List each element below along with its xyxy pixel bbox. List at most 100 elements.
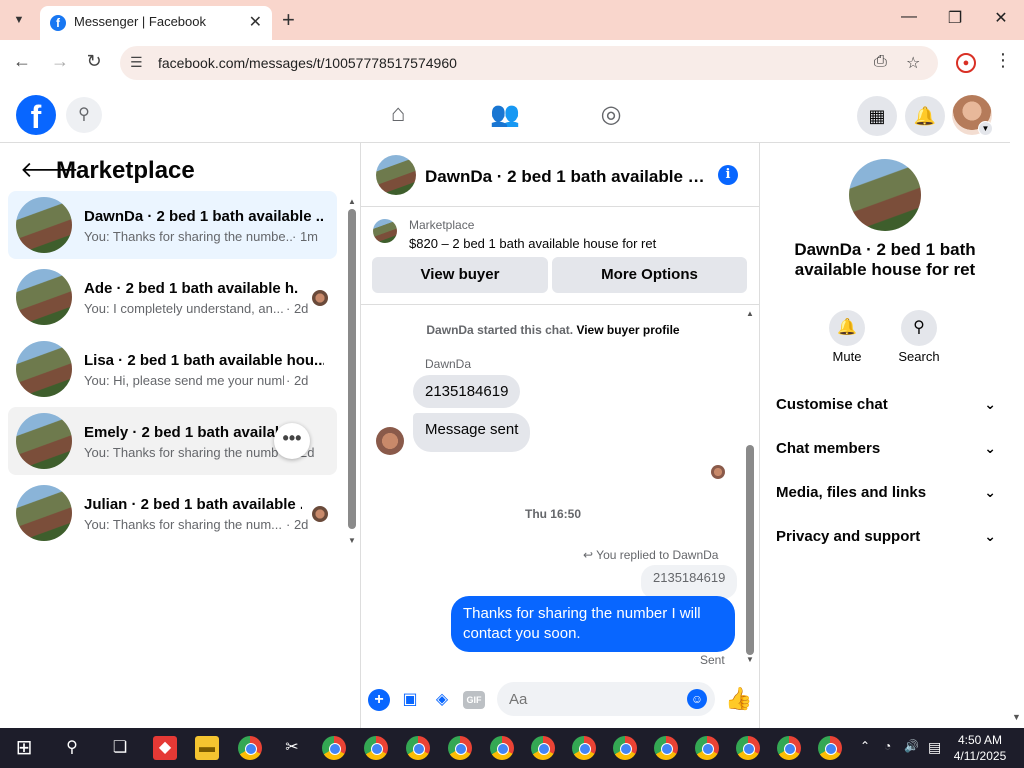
site-info-icon[interactable]: ☰ [130,54,143,71]
chat-panel: DawnDa · 2 bed 1 bath available house fo… [360,143,760,728]
view-buyer-profile-link[interactable]: View buyer profile [576,323,679,337]
conversation-item[interactable]: Ade · 2 bed 1 bath available h... You: I… [8,263,337,331]
chat-scrollbar[interactable] [746,445,754,655]
conversation-more-options-button[interactable]: ••• [274,423,310,459]
reply-indicator-text: You replied to DawnDa [596,548,719,562]
reload-icon[interactable]: ↻ [82,51,106,72]
info-icon[interactable]: i [718,165,738,185]
like-thumbs-up-icon[interactable]: 👍 [725,686,752,712]
more-options-button[interactable]: More Options [552,257,747,293]
address-bar[interactable]: ☰ facebook.com/messages/t/10057778517574… [120,46,938,80]
incoming-message[interactable]: 2135184619 [413,375,521,408]
emoji-icon[interactable]: ☺ [687,689,707,709]
listing-price[interactable]: $820 – 2 bed 1 bath available house for … [409,236,656,251]
chat-members-section[interactable]: Chat members ⌄ [776,440,996,464]
file-explorer-icon[interactable]: ▬ [195,736,219,760]
chrome-profile-icon[interactable] [572,736,596,760]
page-scroll-down-arrow-icon[interactable]: ▼ [1012,712,1021,722]
search-label[interactable]: Search [889,349,949,364]
volume-icon[interactable]: 🔊 [904,739,919,753]
chat-scroll-down-arrow-icon[interactable]: ▼ [746,655,754,664]
chrome-profile-icon[interactable] [448,736,472,760]
address-url[interactable]: facebook.com/messages/t/1005777851757496… [158,55,457,71]
bookmark-star-icon[interactable]: ☆ [906,53,920,73]
friends-icon[interactable]: 👥 [490,100,520,129]
conversation-item[interactable]: Emely · 2 bed 1 bath availabl You: Thank… [8,407,337,475]
install-app-icon[interactable]: ⎙ [874,53,887,71]
conversation-name: Lisa · 2 bed 1 bath available hou... [84,352,324,369]
search-icon[interactable]: ⚲ [901,310,937,346]
chat-listing-thumbnail[interactable] [376,155,416,195]
menu-grid-icon[interactable]: ▦ [857,96,897,136]
account-chevron-down-icon[interactable]: ▼ [978,121,993,136]
conversation-item[interactable]: DawnDa · 2 bed 1 bath available ... You:… [8,191,337,259]
sender-avatar[interactable] [376,427,404,455]
message-composer: + ▣ ◈ GIF ☺ 👍 [361,677,759,727]
taskbar-search-icon[interactable]: ⚲ [60,736,84,760]
tab-close-icon[interactable]: ✕ [249,12,262,32]
snipping-tool-icon[interactable]: ✂ [280,736,304,760]
mute-label[interactable]: Mute [817,349,877,364]
mute-bell-icon[interactable]: 🔔 [829,310,865,346]
scroll-down-arrow-icon[interactable]: ▼ [348,536,356,545]
forward-arrow-icon[interactable]: → [48,51,72,72]
chat-title[interactable]: DawnDa · 2 bed 1 bath available house fo… [425,167,705,187]
chat-scroll-up-arrow-icon[interactable]: ▲ [746,309,754,318]
task-view-icon[interactable]: ❏ [108,736,132,760]
notifications-bell-icon[interactable]: 🔔 [905,96,945,136]
window-close-icon[interactable]: ✕ [986,8,1016,28]
add-attachment-plus-icon[interactable]: + [368,689,390,711]
chrome-profile-icon[interactable] [818,736,842,760]
listing-card: Marketplace $820 – 2 bed 1 bath availabl… [361,207,759,305]
chrome-profile-icon[interactable] [695,736,719,760]
conversation-item[interactable]: Lisa · 2 bed 1 bath available hou... You… [8,335,337,403]
message-input[interactable] [497,682,715,716]
new-tab-plus-icon[interactable]: + [282,7,295,33]
show-hidden-icons-chevron-icon[interactable]: ⌃ [860,739,870,753]
section-label: Chat members [776,440,881,457]
browser-menu-icon[interactable]: ⋮ [994,50,1012,71]
chrome-profile-icon[interactable] [531,736,555,760]
view-buyer-button[interactable]: View buyer [372,257,548,293]
facebook-search-icon[interactable]: ⚲ [66,97,102,133]
page-title: Marketplace [56,157,195,184]
gif-icon[interactable]: GIF [463,691,485,709]
chrome-profile-icon[interactable] [736,736,760,760]
language-keyboard-icon[interactable]: ▤ [928,739,941,756]
incoming-message[interactable]: Message sent [413,413,531,452]
chrome-profile-icon[interactable] [490,736,514,760]
conversation-item[interactable]: Julian · 2 bed 1 bath available ... You:… [8,479,337,547]
chrome-profile-icon[interactable] [322,736,346,760]
privacy-support-section[interactable]: Privacy and support ⌄ [776,528,996,552]
read-receipt-avatar [312,290,328,306]
window-restore-icon[interactable]: ❐ [940,8,970,28]
facebook-logo-icon[interactable]: f [16,95,56,135]
chrome-icon[interactable] [238,736,262,760]
chrome-profile-icon[interactable] [406,736,430,760]
groups-icon[interactable]: ◎ [596,100,626,129]
conversation-list-scrollbar[interactable] [348,209,356,529]
browser-tab-messenger[interactable]: f Messenger | Facebook ✕ [40,6,272,40]
quoted-message[interactable]: 2135184619 [641,565,738,599]
sticker-icon[interactable]: ◈ [431,689,453,711]
chrome-profile-icon[interactable] [613,736,637,760]
chrome-profile-icon[interactable] [364,736,388,760]
chrome-profile-icon[interactable] [654,736,678,760]
customise-chat-section[interactable]: Customise chat ⌄ [776,396,996,420]
window-minimize-icon[interactable]: — [894,8,924,26]
anydesk-icon[interactable]: ◆ [153,736,177,760]
message-status: Sent [700,653,725,667]
windows-start-icon[interactable]: ⊞ [12,736,36,760]
browser-profile-icon[interactable]: ● [956,53,976,73]
home-icon[interactable]: ⌂ [383,100,413,128]
chrome-profile-icon[interactable] [777,736,801,760]
tab-search-chevron-icon[interactable]: ▼ [8,10,30,30]
network-icon[interactable]: ◔ [884,739,891,753]
scroll-up-arrow-icon[interactable]: ▲ [348,197,356,206]
outgoing-message[interactable]: Thanks for sharing the number I will con… [451,596,735,652]
photo-icon[interactable]: ▣ [399,689,421,711]
media-files-links-section[interactable]: Media, files and links ⌄ [776,484,996,508]
taskbar-clock[interactable]: 4:50 AM 4/11/2025 [950,732,1010,764]
listing-large-thumbnail[interactable] [849,159,921,231]
back-arrow-icon[interactable]: ← [10,51,34,72]
